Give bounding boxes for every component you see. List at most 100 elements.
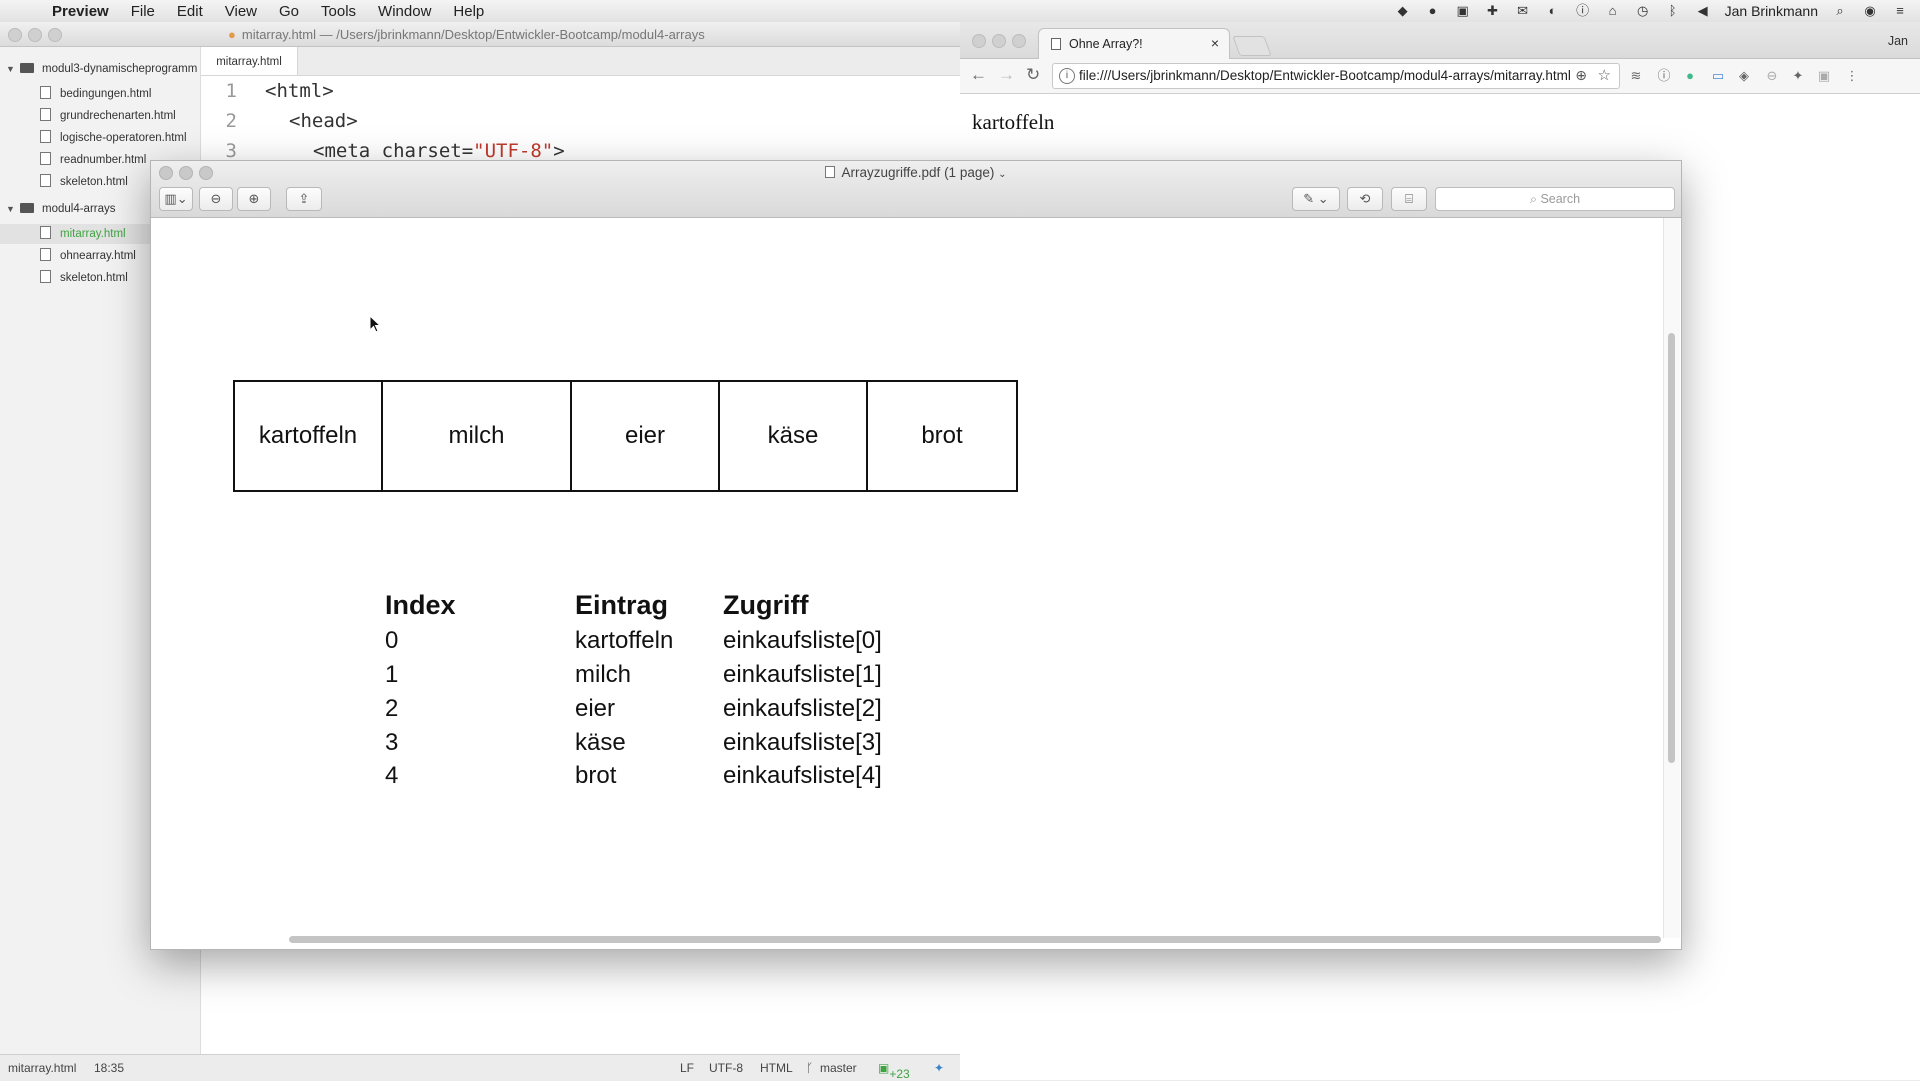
zoom-in-button[interactable]: ⊕ bbox=[237, 187, 271, 211]
lock-icon[interactable]: ⌂ bbox=[1605, 4, 1621, 18]
close-button[interactable] bbox=[972, 34, 986, 48]
forward-arrow-icon[interactable]: → bbox=[998, 65, 1015, 85]
status-git-changes[interactable]: ▣ +23 bbox=[878, 1061, 910, 1081]
mouse-pointer-icon bbox=[369, 315, 381, 333]
search-icon: ⌕ bbox=[1529, 192, 1541, 206]
sidebar-toggle-button[interactable]: ▥⌄ bbox=[159, 187, 193, 211]
info-icon[interactable]: i bbox=[1059, 68, 1075, 84]
chevron-down-icon[interactable]: ⌄ bbox=[998, 169, 1006, 180]
minimize-button[interactable] bbox=[28, 28, 42, 42]
bluetooth-icon[interactable]: ᛒ bbox=[1665, 4, 1681, 18]
code-tag-end: > bbox=[553, 140, 565, 162]
preview-titlebar: Arrayzugriffe.pdf (1 page) ⌄ ▥⌄ ⊖ ⊕ ⇪ ✎ … bbox=[151, 161, 1681, 218]
info-icon[interactable]: ⓘ bbox=[1575, 4, 1591, 18]
back-arrow-icon[interactable]: ← bbox=[970, 65, 987, 85]
status-file-name[interactable]: mitarray.html bbox=[8, 1061, 76, 1075]
info-extension-icon[interactable]: ⓘ bbox=[1656, 68, 1672, 84]
tab-close-icon[interactable]: × bbox=[1211, 35, 1219, 51]
chevron-down-icon: ▼ bbox=[6, 204, 15, 214]
spotlight-search-icon[interactable]: ⌕ bbox=[1832, 4, 1848, 18]
page-content-text: kartoffeln bbox=[972, 110, 1055, 134]
camera-extension-icon[interactable]: ▣ bbox=[1816, 68, 1832, 84]
status-menus: ◆ ● ▣ ✚ ✉ ◐ ⓘ ⌂ ◷ ᛒ ◀ Jan Brinkmann ⌕ ◉ … bbox=[1395, 0, 1908, 22]
close-button[interactable] bbox=[8, 28, 22, 42]
new-tab-button[interactable] bbox=[1232, 36, 1272, 56]
bird-icon[interactable]: ✦ bbox=[934, 1061, 944, 1075]
plus-cross-icon[interactable]: ✚ bbox=[1485, 4, 1501, 18]
dropbox-icon[interactable]: ◆ bbox=[1395, 4, 1411, 18]
profile-name[interactable]: Jan bbox=[1888, 34, 1908, 48]
status-grammar[interactable]: HTML bbox=[760, 1061, 793, 1075]
markup-toolbox-button[interactable]: ⌸ bbox=[1391, 187, 1427, 211]
creative-cloud-icon[interactable]: ● bbox=[1425, 4, 1441, 18]
menu-file[interactable]: File bbox=[131, 3, 155, 20]
table-cell: einkaufsliste[4] bbox=[723, 762, 882, 789]
tree-file-label: bedingungen.html bbox=[60, 88, 152, 100]
status-encoding[interactable]: UTF-8 bbox=[709, 1061, 743, 1075]
evernote-icon[interactable]: ◐ bbox=[1545, 4, 1561, 18]
tree-folder-modul3[interactable]: ▼ modul3-dynamischeprogramm bbox=[0, 59, 200, 79]
reload-icon[interactable]: ↻ bbox=[1026, 65, 1040, 85]
menu-edit[interactable]: Edit bbox=[177, 3, 203, 20]
zoom-button[interactable] bbox=[48, 28, 62, 42]
zoom-magnifier-icon[interactable]: ⊕ bbox=[1575, 67, 1587, 84]
zoom-button[interactable] bbox=[1012, 34, 1026, 48]
tree-file[interactable]: grundrechenarten.html bbox=[0, 106, 200, 126]
menu-view[interactable]: View bbox=[225, 3, 257, 20]
folder-icon bbox=[20, 203, 34, 213]
screen-extension-icon[interactable]: ▭ bbox=[1710, 68, 1726, 84]
bookmark-star-icon[interactable]: ☆ bbox=[1598, 66, 1611, 84]
markup-pen-button[interactable]: ✎ ⌄ bbox=[1292, 187, 1340, 211]
status-git-branch[interactable]: master bbox=[820, 1061, 857, 1075]
share-button[interactable]: ⇪ bbox=[286, 187, 322, 211]
user-name[interactable]: Jan Brinkmann bbox=[1725, 3, 1818, 19]
table-cell: 0 bbox=[385, 627, 399, 654]
status-line-ending[interactable]: LF bbox=[680, 1061, 694, 1075]
editor-tab-bar: mitarray.html bbox=[201, 47, 960, 76]
tree-file-label: skeleton.html bbox=[60, 176, 128, 188]
browser-tab[interactable]: Ohne Array?! × bbox=[1038, 28, 1230, 59]
vertical-scrollbar[interactable] bbox=[1668, 333, 1675, 763]
menu-dots-icon[interactable]: ⋮ bbox=[1844, 68, 1860, 84]
tree-file[interactable]: bedingungen.html bbox=[0, 84, 200, 104]
preview-window: Arrayzugriffe.pdf (1 page) ⌄ ▥⌄ ⊖ ⊕ ⇪ ✎ … bbox=[150, 160, 1682, 950]
horizontal-scrollbar[interactable] bbox=[289, 936, 1661, 943]
preview-title-text: Arrayzugriffe.pdf bbox=[841, 165, 941, 180]
file-icon bbox=[40, 270, 51, 283]
menu-help[interactable]: Help bbox=[453, 3, 484, 20]
address-bar[interactable]: i file:///Users/jbrinkmann/Desktop/Entwi… bbox=[1052, 63, 1620, 89]
search-field[interactable]: ⌕ Search bbox=[1435, 187, 1675, 211]
table-cell: kartoffeln bbox=[575, 627, 674, 654]
tree-file[interactable]: logische-operatoren.html bbox=[0, 128, 200, 148]
file-icon bbox=[40, 130, 51, 143]
siri-icon[interactable]: ◉ bbox=[1862, 4, 1878, 18]
zoom-out-button[interactable]: ⊖ bbox=[199, 187, 233, 211]
rotate-button[interactable]: ⟲ bbox=[1347, 187, 1383, 211]
menu-tools[interactable]: Tools bbox=[321, 3, 356, 20]
bird-extension-icon[interactable]: ✦ bbox=[1790, 68, 1806, 84]
volume-icon[interactable]: ◀ bbox=[1695, 4, 1711, 18]
menu-go[interactable]: Go bbox=[279, 3, 299, 20]
editor-titlebar: ● mitarray.html — /Users/jbrinkmann/Deskt… bbox=[0, 22, 960, 47]
m-extension-icon[interactable]: ● bbox=[1682, 68, 1698, 84]
notification-center-icon[interactable]: ≡ bbox=[1892, 4, 1908, 18]
preview-title: Arrayzugriffe.pdf (1 page) ⌄ bbox=[151, 165, 1681, 180]
file-icon bbox=[40, 108, 51, 121]
buffer-extension-icon[interactable]: ≋ bbox=[1628, 68, 1644, 84]
camera-icon[interactable]: ▣ bbox=[1455, 4, 1471, 18]
table-cell: eier bbox=[575, 695, 616, 722]
array-cell: kartoffeln bbox=[235, 382, 383, 490]
file-icon bbox=[40, 174, 51, 187]
file-icon bbox=[40, 248, 51, 261]
status-cursor-position[interactable]: 18:35 bbox=[94, 1061, 124, 1075]
tab-mitarray[interactable]: mitarray.html bbox=[201, 47, 298, 75]
page-icon bbox=[1051, 38, 1061, 50]
toggle-extension-icon[interactable]: ⊖ bbox=[1764, 68, 1780, 84]
mail-icon[interactable]: ✉ bbox=[1515, 4, 1531, 18]
time-machine-icon[interactable]: ◷ bbox=[1635, 4, 1651, 18]
menu-window[interactable]: Window bbox=[378, 3, 431, 20]
minimize-button[interactable] bbox=[992, 34, 1006, 48]
table-cell: einkaufsliste[0] bbox=[723, 627, 882, 654]
evernote-extension-icon[interactable]: ◈ bbox=[1736, 68, 1752, 84]
menu-app-name[interactable]: Preview bbox=[52, 3, 109, 20]
